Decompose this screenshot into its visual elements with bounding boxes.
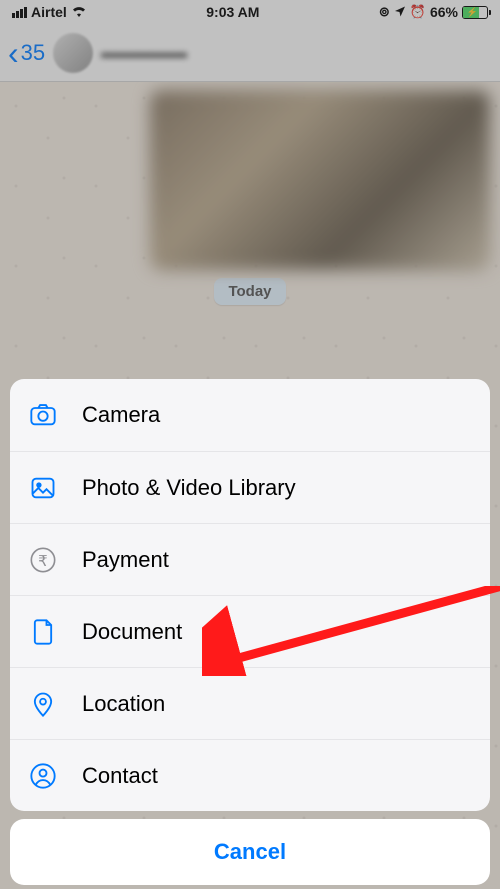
rupee-icon: ₹: [28, 545, 58, 575]
cancel-button[interactable]: Cancel: [10, 819, 490, 885]
document-icon: [28, 617, 58, 647]
sheet-item-document[interactable]: Document: [10, 595, 490, 667]
location-pin-icon: [28, 689, 58, 719]
sheet-item-payment[interactable]: ₹ Payment: [10, 523, 490, 595]
camera-icon: [28, 400, 58, 430]
sheet-item-contact[interactable]: Contact: [10, 739, 490, 811]
cancel-label: Cancel: [214, 839, 286, 865]
attachment-action-sheet: Camera Photo & Video Library ₹ Payment D…: [10, 379, 490, 885]
sheet-item-label: Photo & Video Library: [82, 475, 296, 501]
sheet-item-label: Payment: [82, 547, 169, 573]
sheet-options: Camera Photo & Video Library ₹ Payment D…: [10, 379, 490, 811]
sheet-item-library[interactable]: Photo & Video Library: [10, 451, 490, 523]
sheet-item-label: Contact: [82, 763, 158, 789]
svg-text:₹: ₹: [38, 552, 48, 569]
sheet-item-label: Document: [82, 619, 182, 645]
sheet-item-camera[interactable]: Camera: [10, 379, 490, 451]
photo-icon: [28, 473, 58, 503]
sheet-item-label: Location: [82, 691, 165, 717]
sheet-item-label: Camera: [82, 402, 160, 428]
sheet-item-location[interactable]: Location: [10, 667, 490, 739]
contact-icon: [28, 761, 58, 791]
